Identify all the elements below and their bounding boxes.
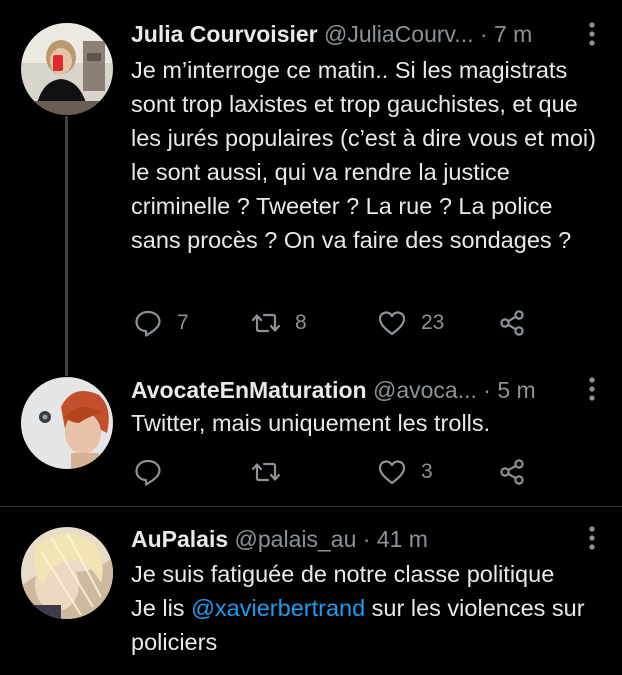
reply-icon xyxy=(135,459,161,486)
like-button[interactable]: 3 xyxy=(377,455,433,489)
author-name[interactable]: AvocateEnMaturation xyxy=(131,377,367,403)
retweet-icon xyxy=(251,462,281,482)
more-icon[interactable] xyxy=(586,525,598,551)
timestamp[interactable]: 5 m xyxy=(497,377,535,403)
mention-link[interactable]: @xavierbertrand xyxy=(191,595,365,621)
separator-dot: · xyxy=(479,21,488,47)
tweet-actions: 7 8 23 xyxy=(131,306,551,340)
retweet-icon xyxy=(251,313,281,333)
retweet-count: 8 xyxy=(295,311,307,334)
avatar-image xyxy=(21,377,113,469)
avatar[interactable] xyxy=(21,527,113,619)
like-count: 3 xyxy=(421,460,433,483)
reply-count: 7 xyxy=(177,311,189,334)
tweet-text: Twitter, mais uniquement les trolls. xyxy=(131,410,491,436)
tweet-actions: 3 xyxy=(131,455,551,489)
author-handle[interactable]: @palais_au xyxy=(235,526,357,552)
thread-connector-line xyxy=(65,362,68,376)
separator-dot: · xyxy=(483,377,491,403)
timestamp[interactable]: 7 m xyxy=(494,21,532,47)
more-icon[interactable] xyxy=(586,376,598,402)
avatar-image xyxy=(21,23,113,115)
more-icon[interactable] xyxy=(586,21,598,47)
share-button[interactable] xyxy=(497,306,527,340)
tweet-text-prefix: Je lis xyxy=(131,595,192,621)
thread-connector-line xyxy=(65,116,68,362)
separator-dot: · xyxy=(362,526,371,552)
like-icon xyxy=(378,460,406,485)
like-icon xyxy=(378,311,406,336)
tweet-text: Je suis fatiguée de notre classe politiq… xyxy=(131,557,601,659)
share-button[interactable] xyxy=(497,455,527,489)
avatar-image xyxy=(21,527,113,619)
author-name[interactable]: AuPalais xyxy=(131,526,228,552)
tweet-text: Je m’interroge ce matin.. Si les magistr… xyxy=(131,57,596,253)
timestamp[interactable]: 41 m xyxy=(377,526,428,552)
like-button[interactable]: 23 xyxy=(377,306,444,340)
share-icon xyxy=(500,459,524,485)
like-count: 23 xyxy=(421,311,445,334)
retweet-button[interactable]: 8 xyxy=(251,306,307,340)
author-handle[interactable]: @JuliaCourv... xyxy=(324,21,473,47)
tweet[interactable]: AvocateEnMaturation @avoca... · 5 m Twit… xyxy=(0,362,622,506)
tweet[interactable]: Julia Courvoisier @JuliaCourv... · 7 m J… xyxy=(0,0,622,362)
reply-button[interactable] xyxy=(133,455,163,489)
avatar[interactable] xyxy=(21,377,113,469)
author-handle[interactable]: @avoca... xyxy=(373,377,477,403)
share-icon xyxy=(500,310,524,336)
tweet-header: Julia Courvoisier @JuliaCourv... · 7 m xyxy=(131,19,582,49)
author-name[interactable]: Julia Courvoisier xyxy=(131,21,318,47)
retweet-button[interactable] xyxy=(251,455,281,489)
tweet-header: AvocateEnMaturation @avoca... · 5 m xyxy=(131,375,582,405)
reply-button[interactable]: 7 xyxy=(133,306,189,340)
tweet[interactable]: AuPalais @palais_au · 41 m Je suis fatig… xyxy=(0,506,622,675)
tweet-text-line: Je suis fatiguée de notre classe politiq… xyxy=(131,561,555,587)
timeline: Julia Courvoisier @JuliaCourv... · 7 m J… xyxy=(0,0,622,675)
tweet-header: AuPalais @palais_au · 41 m xyxy=(131,524,582,554)
avatar[interactable] xyxy=(21,23,113,115)
reply-icon xyxy=(135,310,161,337)
